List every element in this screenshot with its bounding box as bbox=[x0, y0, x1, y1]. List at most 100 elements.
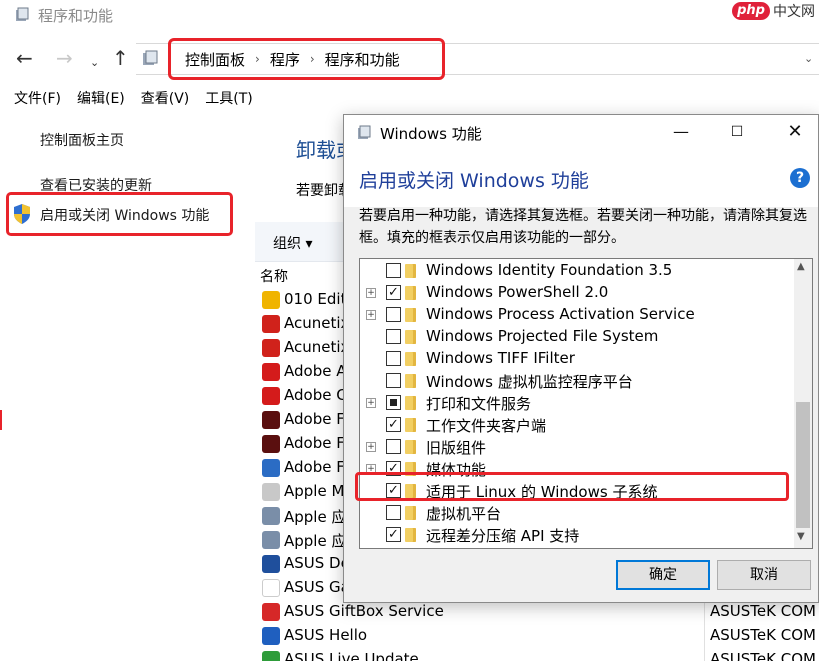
program-publisher: ASUSTeK COM bbox=[710, 650, 816, 661]
recent-locations-button[interactable]: ⌄ bbox=[90, 51, 99, 75]
feature-label: 旧版组件 bbox=[426, 439, 487, 457]
window-titlebar: 程序和功能 php 中文网 bbox=[0, 0, 819, 32]
programs-icon bbox=[16, 7, 29, 21]
expand-icon[interactable]: + bbox=[366, 398, 376, 408]
feature-item[interactable]: + Windows Process Activation Service bbox=[360, 304, 794, 326]
back-button[interactable]: ← bbox=[16, 46, 33, 70]
folder-icon bbox=[405, 418, 416, 432]
folder-icon bbox=[405, 308, 416, 322]
folder-icon bbox=[405, 506, 416, 520]
folder-icon bbox=[405, 264, 416, 278]
column-divider bbox=[704, 600, 705, 661]
menu-bar: 文件(F) 编辑(E) 查看(V) 工具(T) bbox=[0, 86, 819, 110]
minimize-button[interactable]: — bbox=[666, 120, 696, 144]
breadcrumb-control-panel[interactable]: 控制面板 bbox=[185, 49, 245, 70]
feature-item[interactable]: + ✓ Windows PowerShell 2.0 bbox=[360, 282, 794, 304]
feature-checkbox[interactable]: ✓ bbox=[386, 417, 401, 432]
feature-checkbox[interactable]: ✓ bbox=[386, 527, 401, 542]
feature-item[interactable]: + 打印和文件服务 bbox=[360, 392, 794, 414]
program-name: Adobe F bbox=[284, 410, 345, 428]
feature-checkbox[interactable] bbox=[386, 351, 401, 366]
windows-features-icon bbox=[358, 125, 371, 139]
up-button[interactable]: ↑ bbox=[112, 46, 129, 70]
feature-item[interactable]: Windows TIFF IFilter bbox=[360, 348, 794, 370]
program-name: Apple 应 bbox=[284, 532, 347, 550]
feature-item[interactable]: ✓ 工作文件夹客户端 bbox=[360, 414, 794, 436]
feature-item[interactable]: 虚拟机平台 bbox=[360, 502, 794, 524]
scroll-thumb[interactable] bbox=[796, 402, 810, 528]
breadcrumb-separator[interactable]: › bbox=[255, 52, 260, 66]
program-name: 010 Edit bbox=[284, 290, 347, 308]
program-name: ASUS Ga bbox=[284, 578, 350, 596]
expand-icon[interactable]: + bbox=[366, 442, 376, 452]
feature-item[interactable]: Windows Identity Foundation 3.5 bbox=[360, 260, 794, 282]
program-name: ASUS De bbox=[284, 554, 350, 572]
column-header-name[interactable]: 名称 bbox=[260, 266, 288, 286]
program-icon bbox=[262, 579, 280, 597]
folder-icon bbox=[405, 528, 416, 542]
feature-label: Windows TIFF IFilter bbox=[426, 349, 575, 367]
feature-checkbox[interactable] bbox=[386, 307, 401, 322]
program-icon bbox=[262, 459, 280, 477]
feature-label: 远程差分压缩 API 支持 bbox=[426, 527, 580, 545]
feature-item[interactable]: + 旧版组件 bbox=[360, 436, 794, 458]
organize-button[interactable]: 组织 ▾ bbox=[273, 233, 312, 253]
table-row[interactable]: ASUS Hello ASUSTeK COM bbox=[260, 624, 819, 648]
feature-checkbox[interactable] bbox=[386, 439, 401, 454]
program-icon bbox=[262, 339, 280, 357]
scrollbar[interactable]: ▲ ▼ bbox=[794, 259, 812, 548]
program-icon bbox=[262, 435, 280, 453]
control-panel-icon bbox=[143, 50, 158, 65]
program-icon bbox=[262, 363, 280, 381]
scroll-up-icon[interactable]: ▲ bbox=[797, 261, 805, 272]
watermark: php 中文网 bbox=[732, 0, 815, 22]
menu-edit[interactable]: 编辑(E) bbox=[77, 88, 125, 108]
feature-checkbox[interactable] bbox=[386, 263, 401, 278]
feature-label: Windows Projected File System bbox=[426, 327, 659, 345]
expand-icon[interactable]: + bbox=[366, 310, 376, 320]
menu-view[interactable]: 查看(V) bbox=[141, 88, 190, 108]
feature-item[interactable]: ✓ 远程差分压缩 API 支持 bbox=[360, 524, 794, 546]
feature-checkbox[interactable] bbox=[386, 395, 401, 410]
menu-tools[interactable]: 工具(T) bbox=[205, 88, 252, 108]
feature-checkbox[interactable] bbox=[386, 329, 401, 344]
sidebar: 控制面板主页 查看已安装的更新 启用或关闭 Windows 功能 bbox=[0, 118, 250, 418]
feature-checkbox[interactable]: ✓ bbox=[386, 285, 401, 300]
program-publisher: ASUSTeK COM bbox=[710, 626, 816, 644]
feature-checkbox[interactable] bbox=[386, 373, 401, 388]
program-name: ASUS Hello bbox=[284, 626, 368, 644]
address-dropdown-button[interactable]: ⌄ bbox=[804, 52, 813, 65]
breadcrumb-programs[interactable]: 程序 bbox=[270, 49, 300, 70]
breadcrumb-separator[interactable]: › bbox=[310, 52, 315, 66]
feature-label: Windows PowerShell 2.0 bbox=[426, 283, 609, 301]
feature-item[interactable]: Windows 虚拟机监控程序平台 bbox=[360, 370, 794, 392]
breadcrumb-programs-features[interactable]: 程序和功能 bbox=[325, 49, 400, 70]
highlight-box bbox=[355, 472, 789, 501]
dialog-heading: 启用或关闭 Windows 功能 bbox=[359, 170, 589, 192]
menu-file[interactable]: 文件(F) bbox=[14, 88, 61, 108]
help-icon[interactable]: ? bbox=[790, 168, 810, 188]
maximize-button[interactable]: ☐ bbox=[722, 120, 752, 144]
feature-item[interactable]: Windows Projected File System bbox=[360, 326, 794, 348]
windows-features-dialog: Windows 功能 — ☐ ✕ 启用或关闭 Windows 功能 ? 若要启用… bbox=[343, 114, 819, 603]
program-name: ASUS GiftBox Service bbox=[284, 602, 444, 620]
shield-icon bbox=[14, 204, 30, 224]
feature-label: 工作文件夹客户端 bbox=[426, 417, 547, 435]
table-row[interactable]: ASUS GiftBox Service ASUSTeK COM bbox=[260, 600, 819, 624]
watermark-text: 中文网 bbox=[773, 4, 815, 20]
feature-checkbox[interactable] bbox=[386, 505, 401, 520]
ok-button[interactable]: 确定 bbox=[616, 560, 710, 590]
folder-icon bbox=[405, 286, 416, 300]
cancel-button[interactable]: 取消 bbox=[717, 560, 811, 590]
close-button[interactable]: ✕ bbox=[780, 120, 810, 144]
sidebar-windows-features[interactable]: 启用或关闭 Windows 功能 bbox=[40, 205, 209, 225]
program-icon bbox=[262, 507, 280, 525]
scroll-down-icon[interactable]: ▼ bbox=[797, 531, 805, 542]
sidebar-control-panel-home[interactable]: 控制面板主页 bbox=[40, 130, 124, 150]
program-name: Adobe F bbox=[284, 434, 345, 452]
table-row[interactable]: ASUS Live Update ASUSTeK COM bbox=[260, 648, 819, 661]
expand-icon[interactable]: + bbox=[366, 288, 376, 298]
program-icon bbox=[262, 411, 280, 429]
folder-icon bbox=[405, 374, 416, 388]
forward-button[interactable]: → bbox=[56, 46, 73, 70]
